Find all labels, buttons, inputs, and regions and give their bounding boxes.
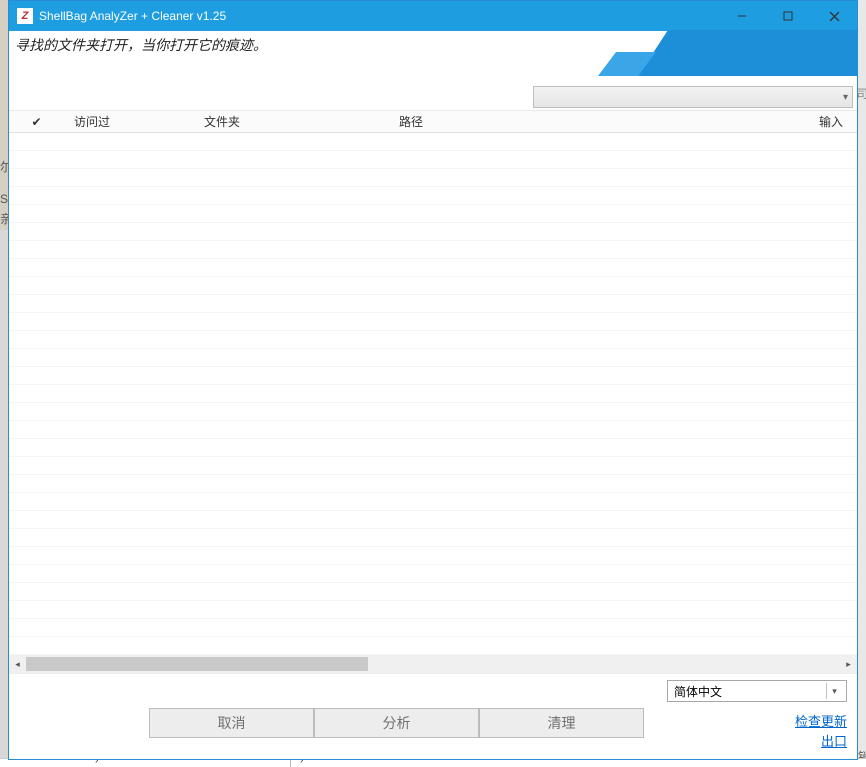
app-window: Z ShellBag AnalyZer + Cleaner v1.25 寻找的文… bbox=[8, 0, 858, 760]
window-buttons bbox=[719, 1, 857, 31]
analyze-button[interactable]: 分析 bbox=[314, 708, 479, 738]
col-input[interactable]: 输入 bbox=[807, 113, 857, 130]
scroll-right-icon[interactable]: ▸ bbox=[840, 656, 857, 673]
banner-area: 寻找的文件夹打开，当你打开它的痕迹。 ▾ bbox=[9, 31, 857, 111]
filter-dropdown[interactable]: ▾ bbox=[533, 86, 853, 108]
col-folder[interactable]: 文件夹 bbox=[194, 113, 389, 130]
app-icon: Z bbox=[17, 8, 33, 24]
scroll-track[interactable] bbox=[26, 657, 840, 671]
background-right-strip bbox=[860, 0, 866, 767]
scroll-left-icon[interactable]: ◂ bbox=[9, 656, 26, 673]
col-accessed[interactable]: 访问过 bbox=[64, 113, 194, 130]
exit-link[interactable]: 出口 bbox=[795, 732, 847, 752]
footer-links: 检查更新 出口 bbox=[795, 712, 847, 752]
ribbon-decoration bbox=[608, 30, 858, 80]
maximize-button[interactable] bbox=[765, 1, 811, 31]
check-update-link[interactable]: 检查更新 bbox=[795, 712, 847, 732]
language-selected: 简体中文 bbox=[674, 683, 722, 700]
table-body[interactable] bbox=[9, 133, 857, 655]
col-path[interactable]: 路径 bbox=[389, 113, 807, 130]
chevron-down-icon: ▾ bbox=[826, 683, 842, 699]
window-title: ShellBag AnalyZer + Cleaner v1.25 bbox=[39, 9, 226, 23]
footer: 简体中文 ▾ 取消 分析 清理 检查更新 出口 bbox=[9, 673, 857, 759]
close-button[interactable] bbox=[811, 1, 857, 31]
language-select[interactable]: 简体中文 ▾ bbox=[667, 680, 847, 702]
horizontal-scrollbar[interactable]: ◂ ▸ bbox=[9, 655, 857, 673]
chevron-down-icon: ▾ bbox=[843, 92, 848, 103]
table-header: ✔ 访问过 文件夹 路径 输入 bbox=[9, 111, 857, 133]
action-buttons: 取消 分析 清理 bbox=[149, 708, 644, 738]
description-text: 寻找的文件夹打开，当你打开它的痕迹。 bbox=[15, 35, 267, 55]
scroll-thumb[interactable] bbox=[26, 657, 368, 671]
clean-button[interactable]: 清理 bbox=[479, 708, 644, 738]
titlebar[interactable]: Z ShellBag AnalyZer + Cleaner v1.25 bbox=[9, 1, 857, 31]
cancel-button[interactable]: 取消 bbox=[149, 708, 314, 738]
col-checkbox[interactable]: ✔ bbox=[9, 115, 64, 129]
minimize-button[interactable] bbox=[719, 1, 765, 31]
